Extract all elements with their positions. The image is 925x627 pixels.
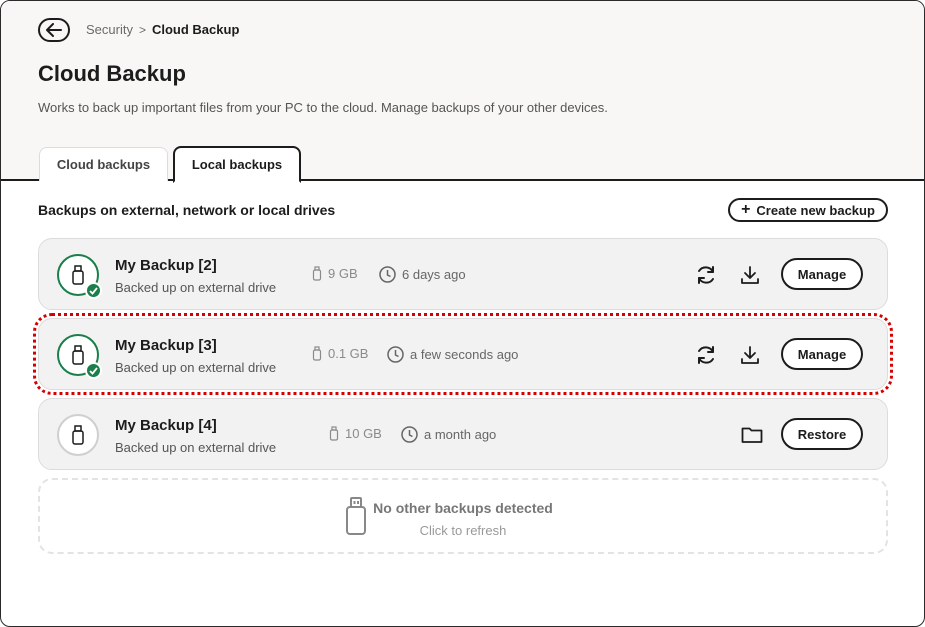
tab-cloud-backups[interactable]: Cloud backups: [39, 147, 168, 181]
download-icon: [741, 346, 759, 364]
usb-drive-icon: [72, 265, 84, 285]
backup-subtitle: Backed up on external drive: [115, 440, 277, 455]
back-button[interactable]: [38, 18, 70, 42]
breadcrumb-separator: >: [138, 22, 146, 37]
arrow-left-icon: [46, 23, 62, 37]
clock-icon: [379, 266, 396, 283]
backup-name: My Backup [3]: [115, 337, 217, 354]
check-badge-icon: [85, 362, 102, 379]
backup-card: My Backup [4] Backed up on external driv…: [38, 398, 888, 470]
usb-drive-icon: [72, 345, 84, 365]
backup-avatar: [57, 334, 102, 379]
sync-button[interactable]: [694, 263, 718, 287]
page-description: Works to back up important files from yo…: [38, 100, 608, 115]
backup-name: My Backup [2]: [115, 257, 217, 274]
backup-size: 10 GB: [329, 426, 382, 441]
backup-avatar: [57, 414, 99, 456]
no-other-backups-card[interactable]: No other backups detected Click to refre…: [38, 478, 888, 554]
backup-card: My Backup [2] Backed up on external driv…: [38, 238, 888, 310]
backup-time-value: a month ago: [424, 427, 497, 442]
backup-size-value: 0.1 GB: [328, 346, 369, 361]
backup-card-highlighted: My Backup [3] Backed up on external driv…: [33, 313, 893, 395]
section-title: Backups on external, network or local dr…: [38, 202, 336, 218]
download-button[interactable]: [738, 263, 762, 287]
usb-small-icon: [329, 426, 339, 441]
backup-size: 9 GB: [312, 266, 358, 281]
sync-button[interactable]: [694, 343, 718, 367]
page-header: Security > Cloud Backup Cloud Backup Wor…: [1, 1, 924, 183]
manage-button[interactable]: Manage: [781, 338, 863, 370]
usb-drive-icon: [72, 425, 84, 445]
backup-avatar: [57, 254, 102, 299]
breadcrumb: Security > Cloud Backup: [86, 22, 239, 37]
clock-icon: [401, 426, 418, 443]
app-window: Security > Cloud Backup Cloud Backup Wor…: [0, 0, 925, 627]
backup-subtitle: Backed up on external drive: [115, 360, 277, 375]
breadcrumb-security-link[interactable]: Security: [86, 22, 133, 37]
backup-time: a month ago: [401, 426, 496, 443]
backup-time: a few seconds ago: [387, 346, 518, 363]
empty-title: No other backups detected: [373, 500, 553, 516]
breadcrumb-current: Cloud Backup: [151, 22, 240, 37]
check-badge-icon: [85, 282, 102, 299]
sync-icon: [698, 346, 714, 364]
usb-small-icon: [312, 266, 322, 281]
download-button[interactable]: [738, 343, 762, 367]
restore-button[interactable]: Restore: [781, 418, 863, 450]
clock-icon: [387, 346, 404, 363]
page-title: Cloud Backup: [38, 61, 186, 86]
plus-icon: +: [741, 201, 751, 218]
backup-size-value: 10 GB: [345, 426, 382, 441]
backup-size-value: 9 GB: [328, 266, 358, 281]
backup-time-value: a few seconds ago: [410, 347, 519, 362]
folder-icon: [741, 427, 763, 443]
usb-small-icon: [312, 346, 322, 361]
backup-time-value: 6 days ago: [402, 267, 466, 282]
backup-subtitle: Backed up on external drive: [115, 280, 277, 295]
open-folder-button[interactable]: [740, 423, 764, 447]
backup-name: My Backup [4]: [115, 417, 217, 434]
backup-time: 6 days ago: [379, 266, 466, 283]
backup-size: 0.1 GB: [312, 346, 368, 361]
manage-button[interactable]: Manage: [781, 258, 863, 290]
create-new-backup-button[interactable]: + Create new backup: [728, 198, 888, 222]
sync-icon: [698, 266, 714, 284]
tab-local-backups[interactable]: Local backups: [173, 146, 301, 183]
create-new-backup-label: Create new backup: [756, 202, 875, 218]
download-icon: [741, 266, 759, 284]
refresh-link[interactable]: Click to refresh: [40, 523, 886, 538]
